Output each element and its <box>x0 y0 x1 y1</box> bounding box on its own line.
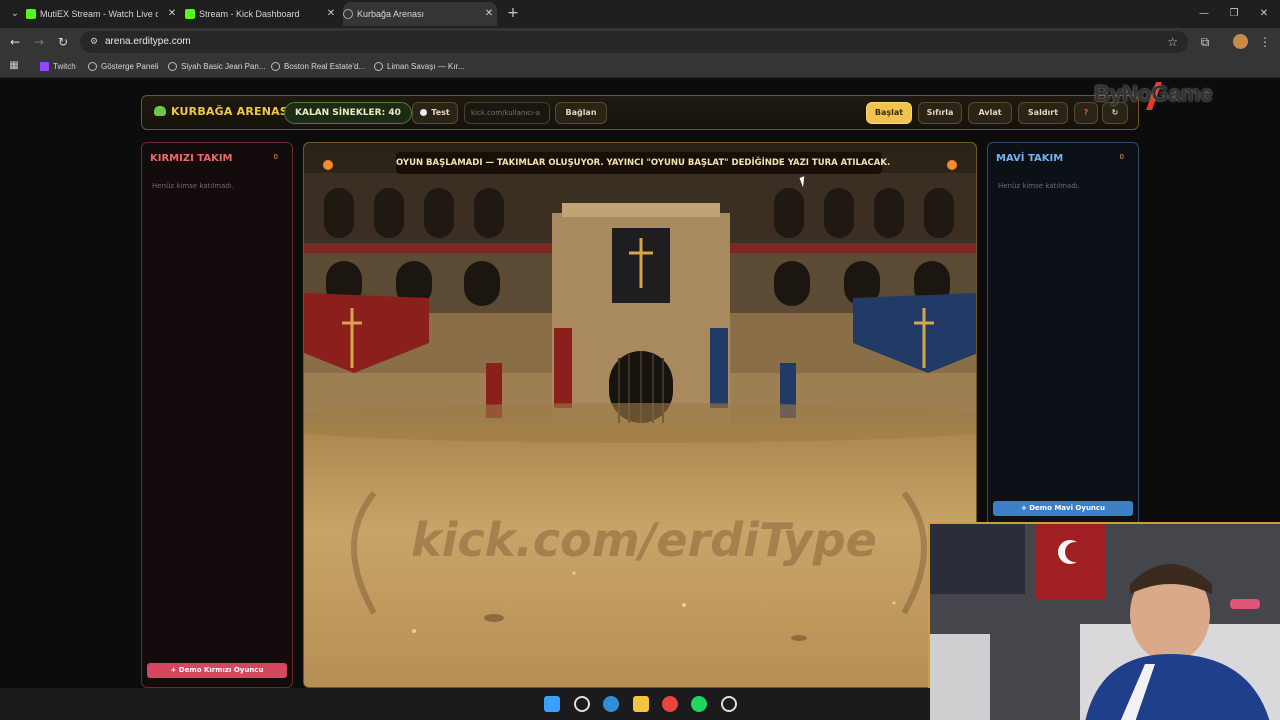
bookmark-star-icon[interactable]: ☆ <box>1167 34 1178 50</box>
blue-team-count: 0 <box>1119 153 1124 161</box>
url-text[interactable]: arena.erditype.com <box>105 31 191 53</box>
arena-view: OYUN BAŞLAMADI — TAKIMLAR OLUŞUYOR. YAYI… <box>303 142 977 688</box>
bookmark-twitch[interactable]: Twitch <box>40 56 76 78</box>
red-team-empty-text: Henüz kimse katılmadı. <box>152 182 234 190</box>
window-close-icon[interactable]: ✕ <box>1254 4 1274 24</box>
close-icon[interactable]: ✕ <box>325 2 337 26</box>
bookmark-boston-real-estate[interactable]: Boston Real Estate'd... <box>271 56 365 78</box>
hunt-button[interactable]: Avlat <box>968 102 1012 124</box>
globe-icon <box>88 62 97 71</box>
search-icon[interactable] <box>574 696 590 712</box>
bookmark-siyah-jean[interactable]: Siyah Basic Jean Pan... <box>168 56 266 78</box>
start-button[interactable]: Başlat <box>866 102 912 124</box>
chrome-icon[interactable] <box>662 696 678 712</box>
profile-avatar[interactable] <box>1233 34 1248 49</box>
blue-team-empty-text: Henüz kimse katılmadı. <box>998 182 1080 190</box>
status-dot-icon <box>420 109 428 116</box>
test-button[interactable]: Test <box>412 102 458 124</box>
channel-input[interactable] <box>464 102 550 124</box>
add-demo-red-player-button[interactable]: + Demo Kırmızı Oyuncu <box>147 663 287 678</box>
app-title: KURBAĞA ARENASI <box>154 105 292 118</box>
site-info-icon[interactable]: ⚙ <box>88 35 100 49</box>
red-team-count: 0 <box>273 153 278 161</box>
kick-favicon-icon <box>26 9 36 19</box>
frog-icon <box>154 106 166 116</box>
tab-kick-dashboard[interactable]: Stream - Kick Dashboard ✕ <box>185 2 339 26</box>
bookmarks-bar: ▦ Twitch Gösterge Paneli Siyah Basic Jea… <box>0 56 1280 78</box>
globe-icon <box>374 62 383 71</box>
red-team-panel: KIRMIZI TAKIM 0 Henüz kimse katılmadı. +… <box>141 142 293 688</box>
blue-team-title: MAVİ TAKIM <box>996 153 1064 164</box>
app-header: KURBAĞA ARENASI KALAN SİNEKLER: 40 Test … <box>141 95 1139 130</box>
app-icon[interactable] <box>721 696 737 712</box>
twitch-icon <box>40 62 49 71</box>
extensions-icon[interactable]: ⧉ <box>1197 34 1213 50</box>
bookmark-liman-savasi[interactable]: Liman Savaşı — Kır... <box>374 56 464 78</box>
attack-button[interactable]: Saldırt <box>1018 102 1068 124</box>
minimize-icon[interactable]: — <box>1194 4 1214 24</box>
browser-toolbar: ← → ↻ ⚙ arena.erditype.com ☆ ⧉ ⋮ <box>0 28 1280 56</box>
apps-grid-icon[interactable]: ▦ <box>8 60 20 72</box>
colosseum-illustration <box>304 143 976 687</box>
edge-icon[interactable] <box>603 696 619 712</box>
webcam-overlay <box>928 522 1280 720</box>
bookmark-gosterge-paneli[interactable]: Gösterge Paneli <box>88 56 158 78</box>
flies-remaining-badge: KALAN SİNEKLER: 40 <box>284 102 412 124</box>
globe-icon <box>271 62 280 71</box>
game-status-banner: OYUN BAŞLAMADI — TAKIMLAR OLUŞUYOR. YAYI… <box>396 152 890 174</box>
close-icon[interactable]: ✕ <box>166 2 178 26</box>
back-arrow-icon[interactable]: ← <box>7 34 23 50</box>
kick-favicon-icon <box>185 9 195 19</box>
tab-title: Kurbağa Arenası <box>357 9 425 19</box>
windows-start-icon[interactable] <box>544 696 560 712</box>
forward-arrow-icon[interactable]: → <box>31 34 47 50</box>
close-icon[interactable]: ✕ <box>483 2 495 26</box>
channel-watermark: kick.com/erdiType <box>411 513 877 567</box>
connect-button[interactable]: Bağlan <box>555 102 607 124</box>
webcam-video <box>930 524 1280 720</box>
tab-search-icon[interactable]: ⌄ <box>8 7 22 21</box>
globe-icon <box>168 62 177 71</box>
os-taskbar <box>0 688 930 720</box>
tab-mutiex[interactable]: MutiEX Stream - Watch Live on ✕ <box>26 2 180 26</box>
add-demo-blue-player-button[interactable]: + Demo Mavi Oyuncu <box>993 501 1133 516</box>
overlay-logo-text: ByNoGame <box>1094 81 1213 106</box>
reload-icon[interactable]: ↻ <box>55 34 71 50</box>
tab-title: Stream - Kick Dashboard <box>199 9 300 19</box>
menu-dots-icon[interactable]: ⋮ <box>1257 34 1273 50</box>
red-team-title: KIRMIZI TAKIM <box>150 153 233 164</box>
tab-title: MutiEX Stream - Watch Live on <box>40 9 158 19</box>
new-tab-plus-icon[interactable]: + <box>505 5 521 21</box>
address-bar[interactable]: ⚙ arena.erditype.com ☆ <box>80 31 1188 53</box>
tab-strip: ⌄ MutiEX Stream - Watch Live on ✕ Stream… <box>0 0 1280 28</box>
file-explorer-icon[interactable] <box>633 696 649 712</box>
tab-kurbaga-arenasi[interactable]: Kurbağa Arenası ✕ <box>343 2 497 26</box>
globe-favicon-icon <box>343 9 353 19</box>
restore-icon[interactable]: ❐ <box>1224 4 1244 24</box>
reset-button[interactable]: Sıfırla <box>918 102 962 124</box>
spotify-icon[interactable] <box>691 696 707 712</box>
